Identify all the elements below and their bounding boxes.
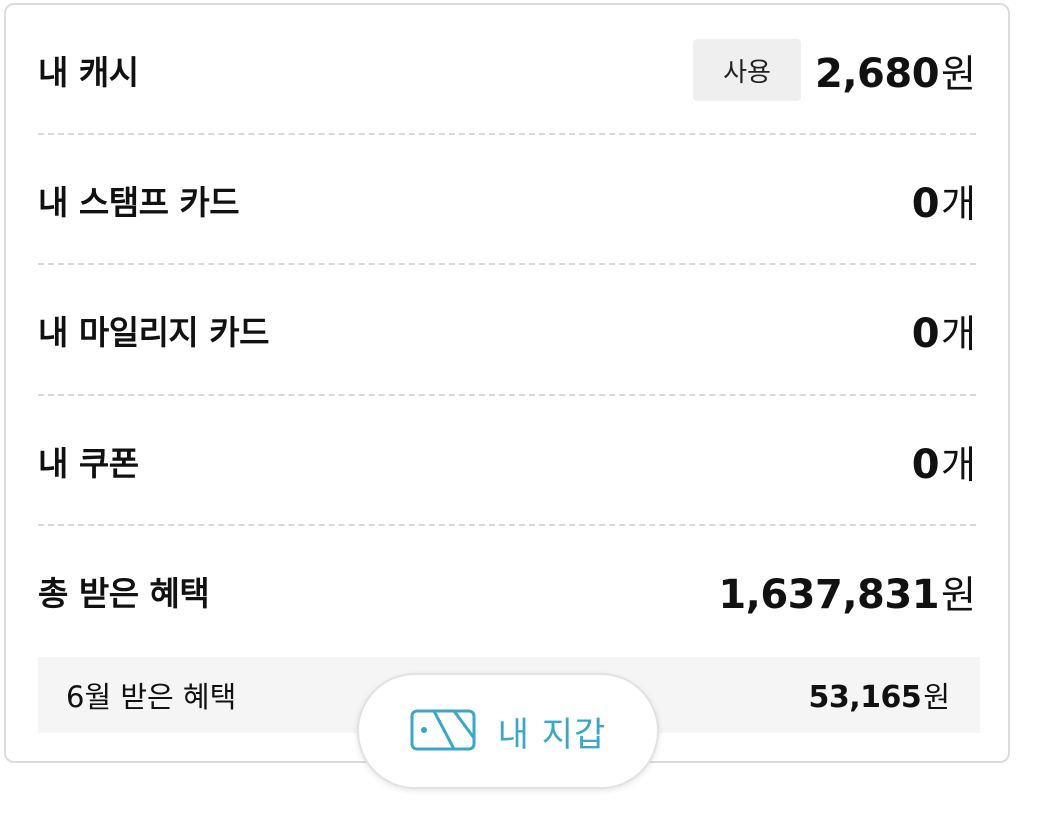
stamp-card-unit: 개: [941, 181, 976, 226]
stamp-card-amount: 0 개: [912, 173, 976, 228]
total-benefit-value: 1,637,831: [718, 571, 940, 618]
cash-label: 내 캐시: [38, 53, 139, 92]
mileage-card-row[interactable]: 내 마일리지 카드 0 개: [38, 265, 976, 395]
coupon-row[interactable]: 내 쿠폰 0 개: [38, 396, 976, 526]
cash-row: 내 캐시 사용 2,680 원: [38, 5, 976, 135]
monthly-benefit-value: 53,165: [808, 680, 922, 715]
coupon-value: 0: [911, 441, 940, 488]
total-benefit-label: 총 받은 혜택: [38, 574, 210, 613]
monthly-benefit-amount: 53,165 원: [809, 674, 950, 716]
total-benefit-amount: 1,637,831 원: [718, 564, 976, 619]
cash-value: 2,680: [815, 50, 940, 97]
mileage-card-unit: 개: [941, 311, 976, 356]
mileage-card-amount: 0 개: [912, 303, 976, 358]
coupon-amount: 0 개: [912, 434, 976, 489]
my-wallet-label: 내 지갑: [497, 714, 607, 755]
cash-amount: 2,680 원: [815, 43, 976, 98]
cash-right: 사용 2,680 원: [693, 39, 976, 101]
mileage-card-value: 0: [911, 310, 940, 357]
monthly-benefit-unit: 원: [923, 680, 950, 714]
coupon-unit: 개: [941, 442, 976, 487]
total-benefit-row: 총 받은 혜택 1,637,831 원: [38, 526, 976, 656]
monthly-benefit-label: 6월 받은 혜택: [66, 680, 237, 714]
benefits-card: 내 캐시 사용 2,680 원 내 스탬프 카드 0 개 내 마일리지 카드 0…: [4, 3, 1010, 763]
use-cash-button[interactable]: 사용: [693, 39, 801, 101]
mileage-card-label: 내 마일리지 카드: [38, 313, 270, 352]
stamp-card-value: 0: [911, 180, 940, 227]
cash-unit: 원: [941, 51, 976, 96]
stamp-card-row[interactable]: 내 스탬프 카드 0 개: [38, 135, 976, 265]
stamp-card-label: 내 스탬프 카드: [38, 183, 240, 222]
wallet-icon: [410, 708, 478, 754]
coupon-label: 내 쿠폰: [38, 444, 139, 483]
total-benefit-unit: 원: [941, 572, 976, 617]
my-wallet-button[interactable]: 내 지갑: [357, 673, 659, 789]
